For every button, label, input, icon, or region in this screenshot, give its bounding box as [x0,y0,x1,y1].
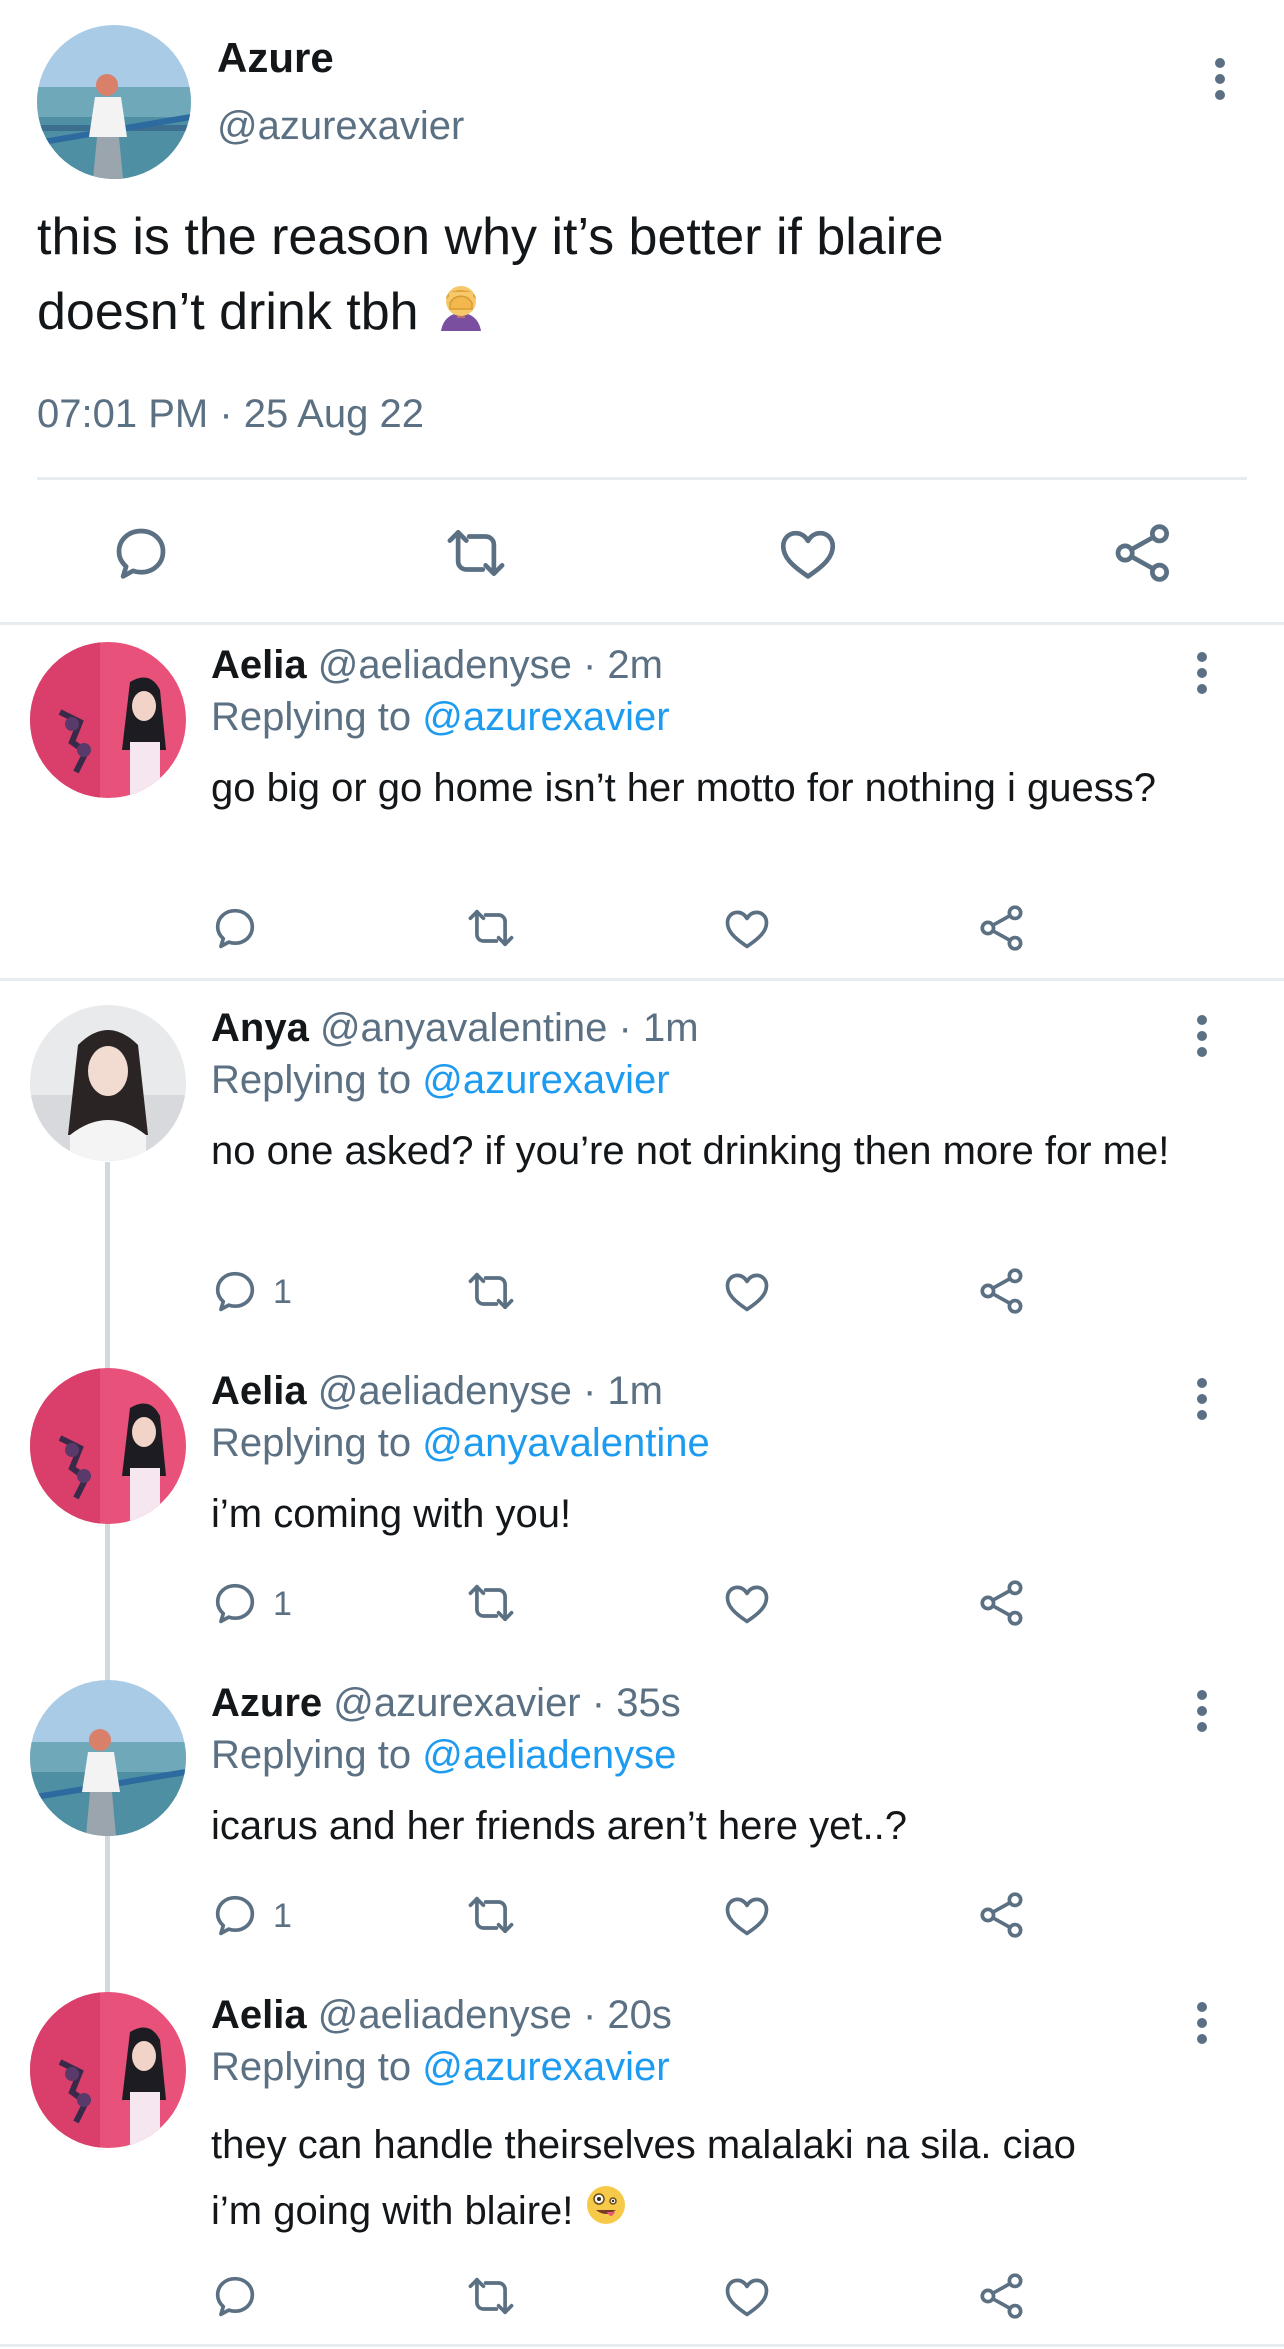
replying-to-link[interactable]: @azurexavier [422,2045,669,2089]
reply-author-name[interactable]: Aelia [211,1369,307,1413]
share-icon[interactable] [1110,520,1176,586]
replying-to-link[interactable]: @anyavalentine [422,1421,709,1465]
share-icon[interactable] [976,2270,1028,2322]
like-icon[interactable] [721,1889,773,1941]
retweet-icon[interactable] [443,520,509,586]
replying-to-label: Replying to [211,695,412,739]
reply-text: they can handle theirselves malalaki na … [211,2112,1271,2246]
reply-count: 1 [273,1273,292,1311]
zany-face-emoji-icon [585,2180,627,2246]
reply-age: · 1m [618,1006,699,1050]
avatar[interactable] [30,1005,186,1161]
reply-author-name[interactable]: Aelia [211,1993,307,2037]
thread-line [105,1162,110,1994]
reply-icon[interactable] [108,520,174,586]
like-icon[interactable] [721,2270,773,2322]
reply-text-line: i’m going with blaire! [211,2189,574,2233]
replying-to: Replying to @aeliadenyse [211,1733,676,1778]
more-options-icon[interactable] [1192,1378,1212,1426]
reply-age: · 2m [582,643,663,687]
more-options-icon[interactable] [1192,1690,1212,1738]
avatar[interactable] [37,25,191,179]
reply-header: Azure @azurexavier · 35s [211,1681,681,1726]
avatar[interactable] [30,1368,186,1524]
replying-to-link[interactable]: @azurexavier [422,1058,669,1102]
reply-icon[interactable] [209,1577,261,1629]
reply-author-handle[interactable]: @aeliadenyse [318,1369,572,1413]
reply-icon[interactable] [209,1889,261,1941]
reply-author-name[interactable]: Aelia [211,643,307,687]
like-icon[interactable] [721,1265,773,1317]
avatar[interactable] [30,1680,186,1836]
reply-header: Aelia @aeliadenyse · 20s [211,1993,672,2038]
reply-author-handle[interactable]: @aeliadenyse [318,1993,572,2037]
replying-to: Replying to @azurexavier [211,695,670,740]
tweet-text-line: this is the reason why it’s better if bl… [37,208,944,266]
share-icon[interactable] [976,1889,1028,1941]
more-options-icon[interactable] [1192,1015,1212,1063]
divider [0,2344,1284,2347]
more-options-icon[interactable] [1192,652,1212,700]
reply-text: i’m coming with you! [211,1492,572,1536]
reply-age: · 20s [582,1993,672,2037]
reply-author-handle[interactable]: @aeliadenyse [318,643,572,687]
author-name[interactable]: Azure [217,34,334,82]
face-palm-emoji-icon [433,277,489,354]
replying-to-link[interactable]: @aeliadenyse [422,1733,676,1777]
share-icon[interactable] [976,1577,1028,1629]
retweet-icon[interactable] [465,1577,517,1629]
like-icon[interactable] [721,1577,773,1629]
retweet-icon[interactable] [465,2270,517,2322]
reply-count: 1 [273,1897,292,1935]
replying-to-link[interactable]: @azurexavier [422,695,669,739]
reply-text-line: they can handle theirselves malalaki na … [211,2123,1076,2167]
divider [37,477,1247,480]
divider [0,622,1284,625]
reply-count: 1 [273,1585,292,1623]
share-icon[interactable] [976,1265,1028,1317]
retweet-icon[interactable] [465,1265,517,1317]
reply-text: icarus and her friends aren’t here yet..… [211,1804,907,1848]
more-options-icon[interactable] [1210,58,1230,106]
reply-age: · 35s [591,1681,681,1725]
tweet-timestamp[interactable]: 07:01 PM · 25 Aug 22 [37,392,424,437]
share-icon[interactable] [976,902,1028,954]
reply-icon[interactable] [209,902,261,954]
replying-to-label: Replying to [211,1421,412,1465]
divider [0,978,1284,981]
reply-author-handle[interactable]: @anyavalentine [320,1006,607,1050]
avatar[interactable] [30,1992,186,2148]
reply-header: Aelia @aeliadenyse · 2m [211,643,663,688]
reply-author-handle[interactable]: @azurexavier [333,1681,580,1725]
more-options-icon[interactable] [1192,2002,1212,2050]
replying-to: Replying to @azurexavier [211,1058,670,1103]
reply-icon[interactable] [209,2270,261,2322]
like-icon[interactable] [721,902,773,954]
reply-text: no one asked? if you’re not drinking the… [211,1129,1170,1173]
retweet-icon[interactable] [465,1889,517,1941]
retweet-icon[interactable] [465,902,517,954]
author-handle[interactable]: @azurexavier [217,104,464,149]
replying-to: Replying to @azurexavier [211,2045,670,2090]
avatar[interactable] [30,642,186,798]
like-icon[interactable] [775,520,841,586]
replying-to: Replying to @anyavalentine [211,1421,710,1466]
replying-to-label: Replying to [211,2045,412,2089]
reply-author-name[interactable]: Azure [211,1681,322,1725]
reply-icon[interactable] [209,1265,261,1317]
reply-header: Anya @anyavalentine · 1m [211,1006,699,1051]
tweet-text: this is the reason why it’s better if bl… [37,200,1237,354]
reply-text: go big or go home isn’t her motto for no… [211,766,1156,810]
replying-to-label: Replying to [211,1058,412,1102]
reply-author-name[interactable]: Anya [211,1006,309,1050]
tweet-text-line: doesn’t drink tbh [37,283,419,341]
replying-to-label: Replying to [211,1733,412,1777]
reply-header: Aelia @aeliadenyse · 1m [211,1369,663,1414]
reply-age: · 1m [582,1369,663,1413]
